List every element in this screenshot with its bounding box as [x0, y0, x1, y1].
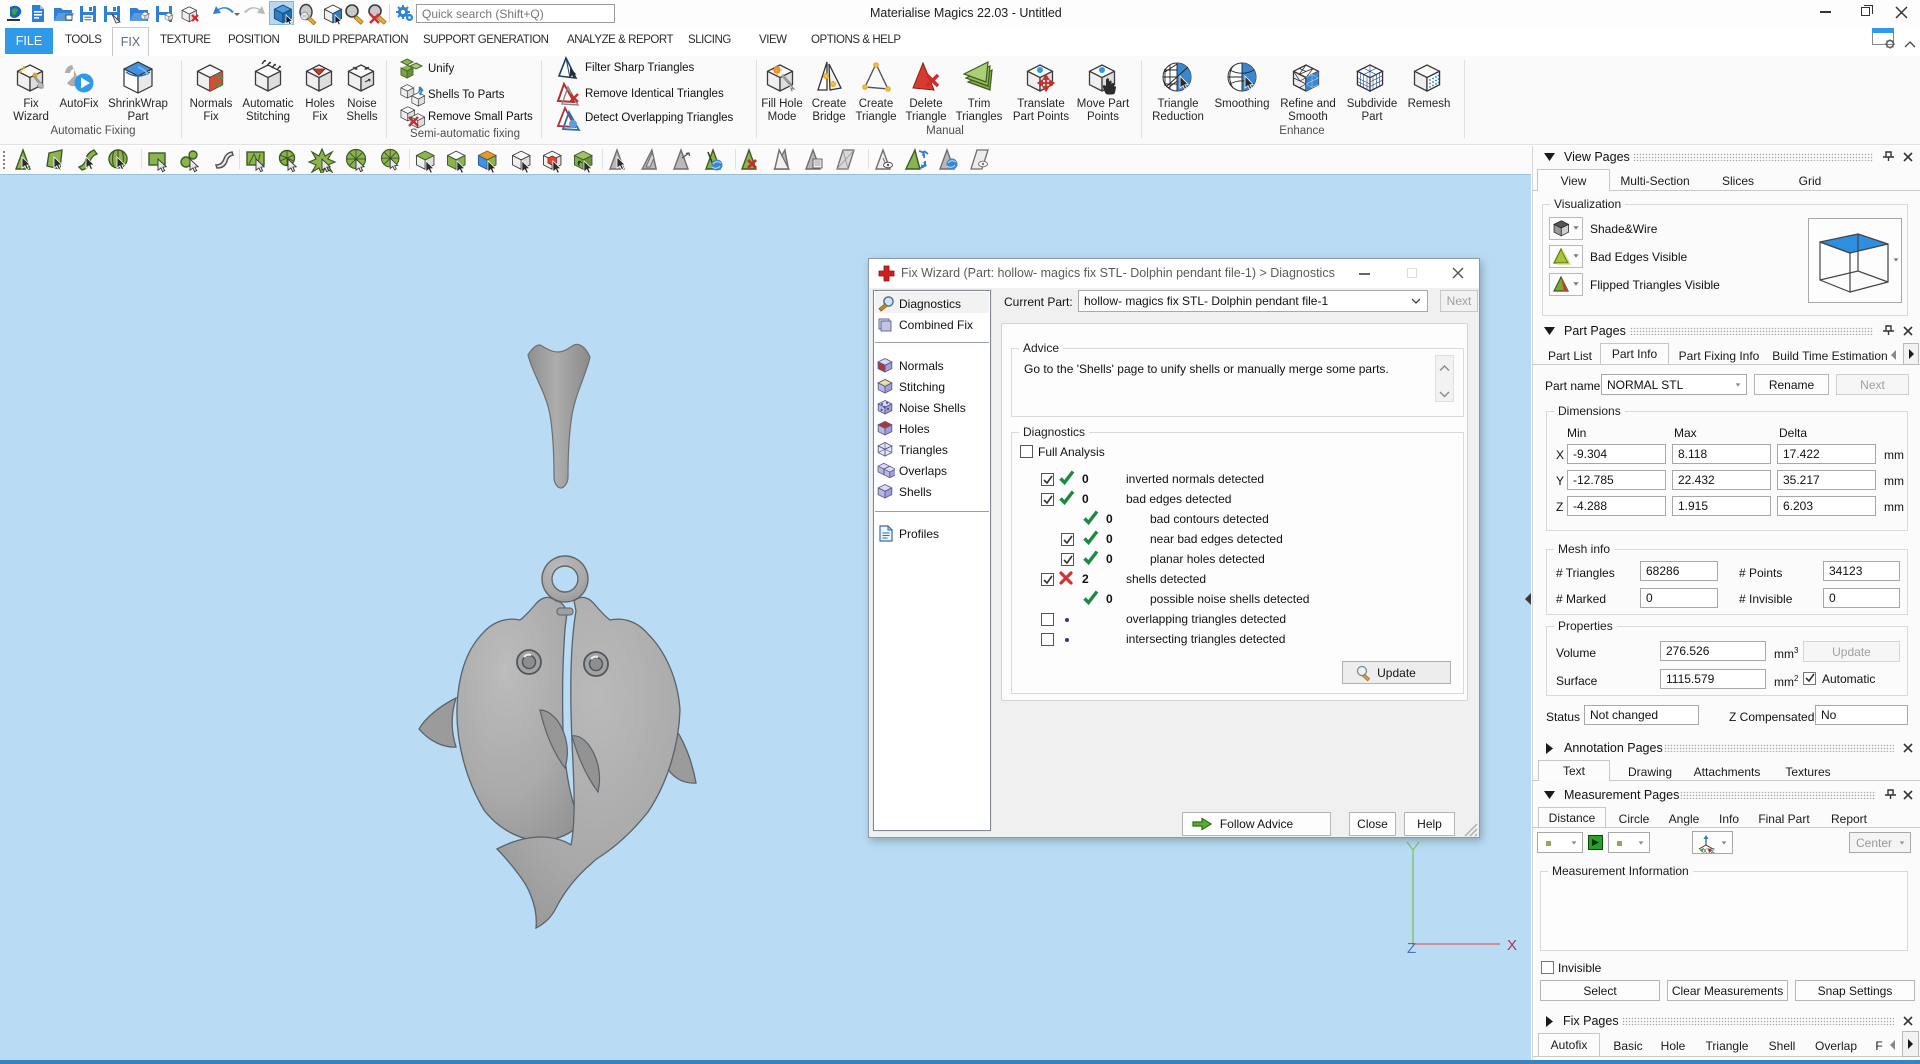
svg-text:Z: Z: [1407, 940, 1416, 957]
svg-text:XYZ: XYZ: [1703, 849, 1715, 853]
svg-text:X: X: [1507, 937, 1517, 954]
